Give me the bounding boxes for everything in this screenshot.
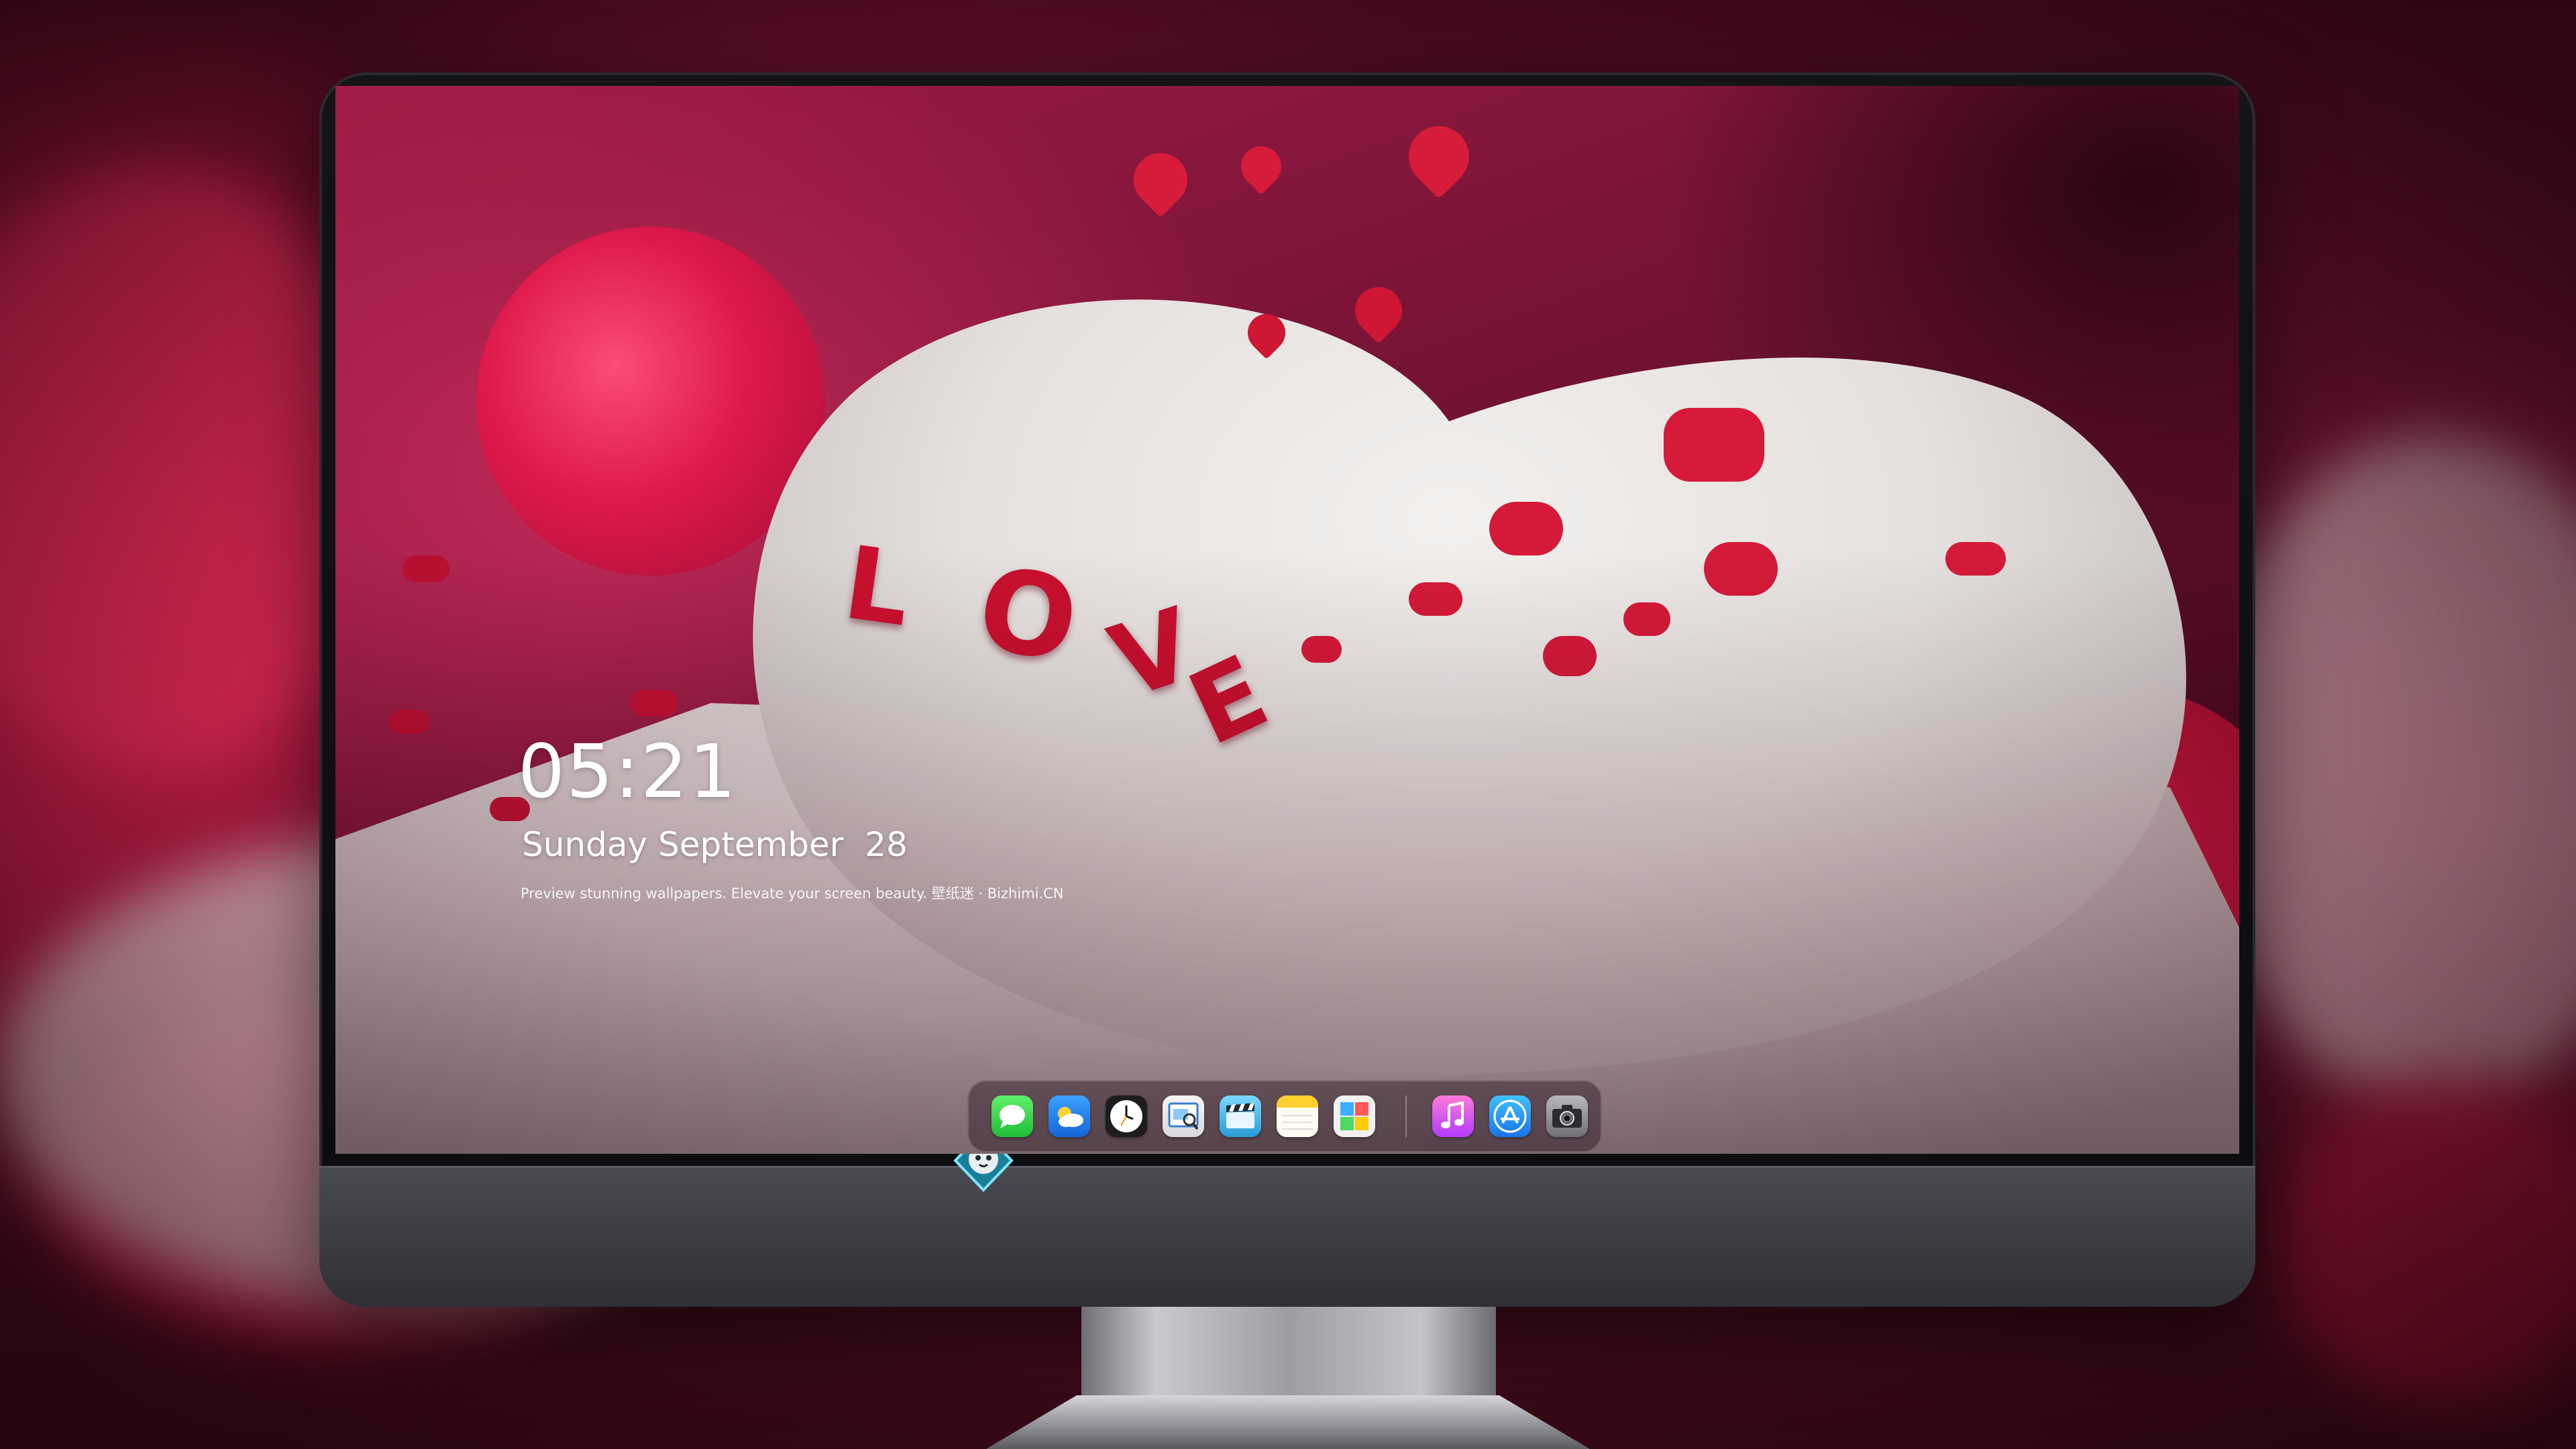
- dock-separator: [1405, 1095, 1407, 1137]
- music-icon: [1441, 1102, 1464, 1128]
- dock-item-preview[interactable]: [1163, 1095, 1204, 1137]
- dock-item-notes[interactable]: [1277, 1095, 1318, 1137]
- dock-item-clock[interactable]: [1106, 1095, 1147, 1137]
- photo-booth-icon: [1340, 1102, 1368, 1130]
- clock-icon: [1110, 1100, 1142, 1132]
- dock-item-app-store[interactable]: [1489, 1095, 1531, 1137]
- dock-item-photo-booth[interactable]: [1334, 1095, 1375, 1137]
- notes-icon: [1277, 1095, 1318, 1130]
- heart-decoration: [1489, 502, 1563, 555]
- wallpaper: L O V E: [335, 86, 2239, 1154]
- heart-decoration: [1664, 408, 1764, 482]
- monitor-chin: [319, 1166, 2255, 1307]
- preview-icon: [1168, 1102, 1199, 1130]
- wallpaper-caption: Preview stunning wallpapers. Elevate you…: [521, 885, 1064, 902]
- lock-screen-time: 05:21: [518, 729, 738, 814]
- messages-icon: [1000, 1105, 1025, 1128]
- camera-icon: [1552, 1105, 1582, 1128]
- dock-item-camera[interactable]: [1546, 1095, 1588, 1137]
- app-store-icon: [1493, 1099, 1527, 1133]
- dock-item-music[interactable]: [1432, 1095, 1474, 1137]
- dock-item-clips[interactable]: [1220, 1095, 1261, 1137]
- weather-icon: [1058, 1107, 1083, 1127]
- lock-screen-date: Sunday September 28: [522, 825, 908, 864]
- monitor-stand-foot: [986, 1395, 1590, 1449]
- dock-item-weather[interactable]: [1049, 1095, 1090, 1137]
- clapper-icon: [1226, 1103, 1254, 1128]
- monitor-stand-neck: [1081, 1307, 1496, 1407]
- desktop-screen: L O V E 05:21 Sunday September 28 Previe…: [335, 86, 2239, 1154]
- dock-item-messages[interactable]: [991, 1095, 1033, 1137]
- dock: [967, 1080, 1602, 1152]
